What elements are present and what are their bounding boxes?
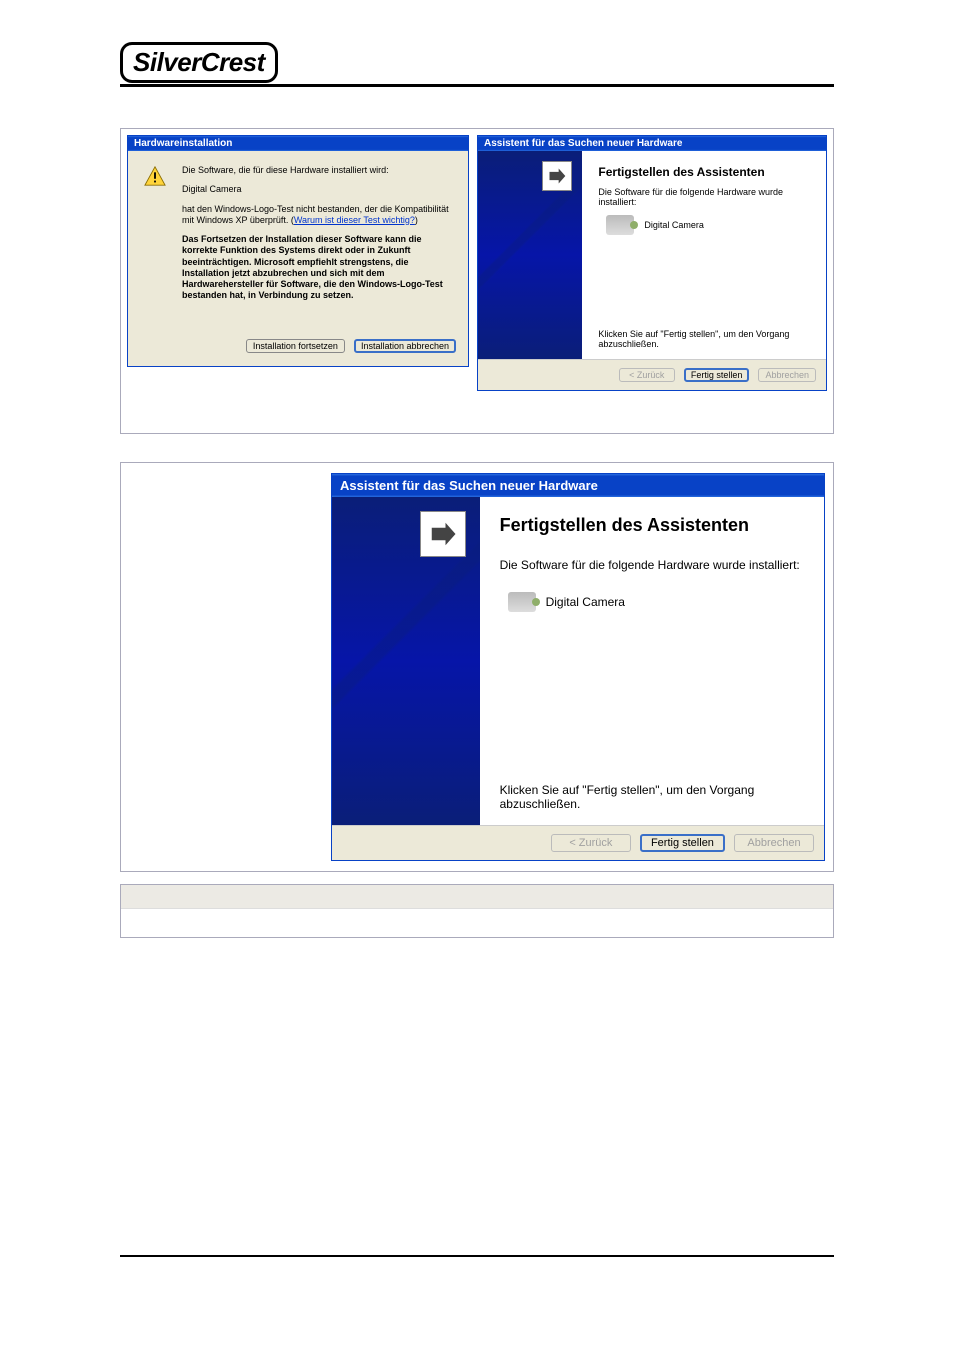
cancel-button: Abbrechen <box>758 368 816 382</box>
back-button: < Zurück <box>551 834 631 852</box>
warning-icon <box>144 165 166 187</box>
camera-icon <box>508 592 536 612</box>
device-install-icon <box>420 511 466 557</box>
device-install-icon <box>542 161 572 191</box>
header-rule <box>120 84 834 87</box>
hardware-item: Digital Camera <box>606 215 810 235</box>
install-line2: hat den Windows-Logo-Test nicht bestande… <box>182 204 452 227</box>
cancel-button: Abbrechen <box>734 834 814 852</box>
wizard-subtext: Die Software für die folgende Hardware w… <box>500 558 804 572</box>
finish-button[interactable]: Fertig stellen <box>684 368 750 382</box>
footer-rule <box>120 1255 834 1257</box>
empty-panel <box>120 884 834 938</box>
back-button: < Zurück <box>619 368 675 382</box>
camera-icon <box>606 215 634 235</box>
install-line1: Die Software, die für diese Hardware ins… <box>182 165 452 176</box>
brand-name: SilverCrest <box>133 47 265 77</box>
empty-panel-header <box>121 885 833 909</box>
abort-install-button[interactable]: Installation abbrechen <box>354 339 456 353</box>
dialog-hardware-wizard-large: Assistent für das Suchen neuer Hardware … <box>331 473 825 861</box>
figure-bottom: Assistent für das Suchen neuer Hardware … <box>120 462 834 872</box>
wizard-sidebar-graphic <box>332 497 480 825</box>
wizard-sidebar-graphic <box>478 151 582 359</box>
brand-logo-box: SilverCrest <box>120 42 278 83</box>
brand-logo: SilverCrest <box>120 42 278 83</box>
continue-install-button[interactable]: Installation fortsetzen <box>246 339 345 353</box>
figure-top: Hardwareinstallation Die Software, die f… <box>120 128 834 434</box>
wizard-subtext: Die Software für die folgende Hardware w… <box>598 187 810 207</box>
hardware-device-label: Digital Camera <box>644 220 704 230</box>
install-device: Digital Camera <box>182 184 452 195</box>
why-test-link[interactable]: Warum ist dieser Test wichtig? <box>294 215 415 225</box>
hardware-device-label: Digital Camera <box>546 595 625 609</box>
dialog-hardware-wizard-small: Assistent für das Suchen neuer Hardware … <box>477 135 827 391</box>
hardware-item: Digital Camera <box>508 592 804 612</box>
dialog-hardware-install-small: Hardwareinstallation Die Software, die f… <box>127 135 469 367</box>
wizard-note: Klicken Sie auf "Fertig stellen", um den… <box>598 329 810 349</box>
dialog-title: Hardwareinstallation <box>128 136 468 151</box>
wizard-heading: Fertigstellen des Assistenten <box>500 515 804 536</box>
dialog-title: Assistent für das Suchen neuer Hardware <box>332 474 824 497</box>
install-warning: Das Fortsetzen der Installation dieser S… <box>182 234 452 302</box>
wizard-note: Klicken Sie auf "Fertig stellen", um den… <box>500 783 804 811</box>
wizard-heading: Fertigstellen des Assistenten <box>598 165 810 179</box>
finish-button[interactable]: Fertig stellen <box>640 834 725 852</box>
dialog-title: Assistent für das Suchen neuer Hardware <box>478 136 826 151</box>
